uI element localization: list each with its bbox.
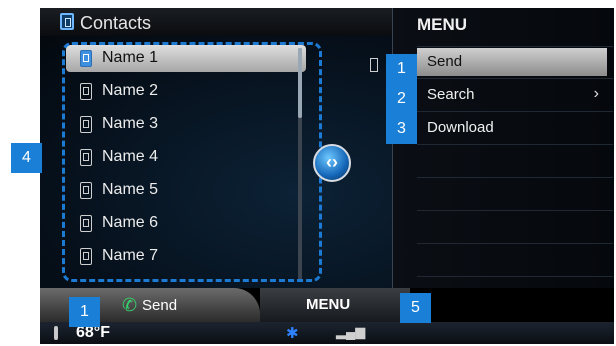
menu-item-download[interactable]: Download	[417, 114, 607, 142]
callout-download: 3	[386, 114, 417, 144]
status-bar: 68°F ✱ ▂▄▆	[40, 322, 614, 344]
rotary-knob-icon[interactable]: ‹›	[313, 144, 351, 182]
list-highlight-frame	[62, 42, 322, 282]
chevron-right-icon: ›	[593, 85, 599, 102]
callout-send-bottom: 1	[69, 297, 100, 327]
bottom-bar: ✆ Send MENU	[40, 288, 614, 322]
menu-button[interactable]: MENU	[260, 288, 410, 322]
phonebook-icon	[370, 58, 378, 72]
menu-item-send[interactable]: Send	[417, 48, 607, 76]
infotainment-screen: Contacts Name 1 Name 2 Name 3 Name 4 Nam…	[40, 8, 614, 344]
callout-search: 2	[386, 84, 417, 114]
phone-icon: ✆	[122, 295, 138, 315]
menu-title: MENU	[417, 15, 468, 34]
bluetooth-icon: ✱	[286, 325, 299, 342]
callout-send: 1	[386, 54, 417, 84]
callout-list: 4	[11, 143, 42, 173]
callout-menu: 5	[400, 293, 431, 323]
title-bar: Contacts	[40, 8, 392, 36]
menu-item-search[interactable]: Search ›	[417, 81, 607, 109]
page-title: Contacts	[80, 13, 152, 33]
thermometer-icon	[54, 326, 58, 340]
signal-icon: ▂▄▆	[336, 324, 366, 339]
phonebook-icon	[60, 13, 74, 30]
